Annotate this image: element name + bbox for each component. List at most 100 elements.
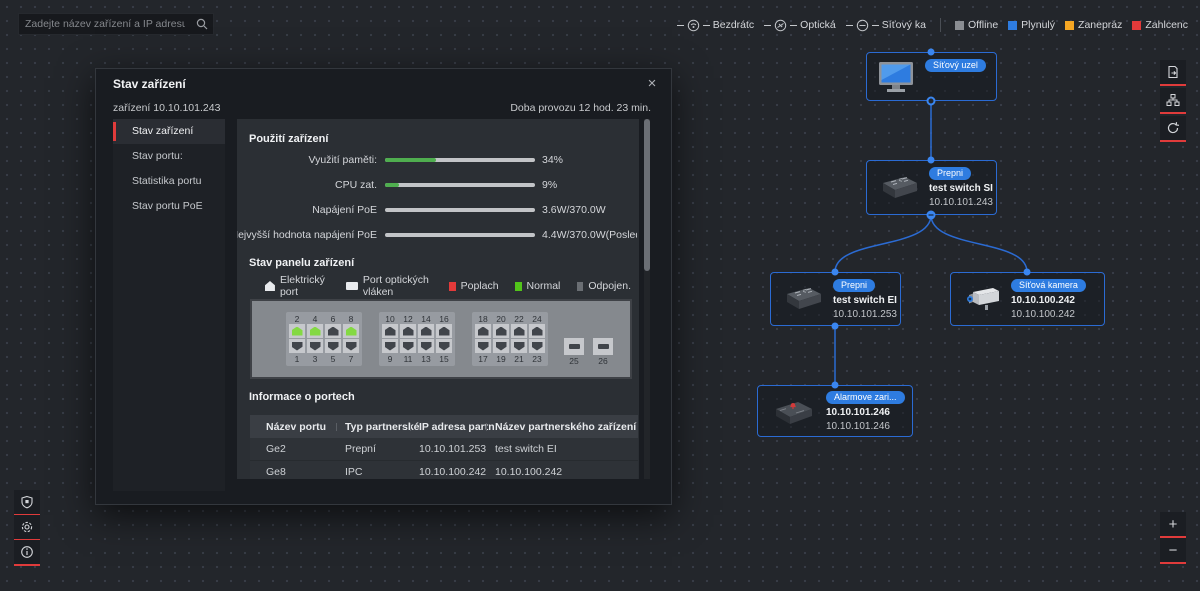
- table-row[interactable]: Ge2 Prepní 10.10.101.253 test switch EI: [250, 438, 638, 461]
- link-dot[interactable]: [926, 96, 936, 106]
- port-state-glyph: [291, 341, 303, 351]
- topology-canvas[interactable]: Bezdrátc Optická Síťový ka Offline Plynu…: [0, 0, 1200, 591]
- settings-button[interactable]: [14, 515, 40, 541]
- rj45-port-icon[interactable]: [289, 324, 305, 338]
- security-mode-button[interactable]: [14, 490, 40, 516]
- usage-heading: Použití zařízení: [249, 133, 329, 145]
- scrollbar-thumb[interactable]: [644, 119, 650, 271]
- dialog-content[interactable]: Použití zařízení Využití paměti: 34% CPU…: [237, 119, 639, 479]
- port-state-glyph: [513, 326, 525, 336]
- link-dot[interactable]: [1023, 268, 1031, 276]
- rj45-port-icon[interactable]: [529, 339, 545, 353]
- port-number: 16: [439, 314, 449, 324]
- sfp-slot-icon: [564, 338, 584, 355]
- rj45-port-icon[interactable]: [325, 339, 341, 353]
- rj45-port-icon[interactable]: [493, 324, 509, 338]
- node-type-badge: Prepni: [833, 278, 876, 292]
- rj45-port-icon[interactable]: [418, 339, 434, 353]
- port-number: 1: [294, 354, 300, 364]
- export-document-icon: [1168, 65, 1178, 79]
- device-port-panel[interactable]: 2 4 6 8 1 3 5 7 10 12 14 16 9 11 13 15 18 20 22 24 17 19 21 23 …: [250, 299, 632, 379]
- map-legend: Bezdrátc Optická Síťový ka Offline Plynu…: [676, 15, 1188, 35]
- export-report-button[interactable]: [1160, 60, 1186, 86]
- rj45-port-icon[interactable]: [418, 324, 434, 338]
- link-dot[interactable]: [831, 268, 839, 276]
- sfp-port[interactable]: 26: [593, 338, 613, 366]
- node-test-switch-si[interactable]: Prepni test switch SI 10.10.101.243: [866, 160, 997, 215]
- close-icon[interactable]: ×: [642, 73, 662, 93]
- wireless-link-icon: [687, 19, 699, 31]
- rj45-port-icon[interactable]: [529, 324, 545, 338]
- dash: [702, 24, 710, 26]
- link-dot[interactable]: [927, 156, 935, 164]
- port-group: 18 20 22 24 17 19 21 23: [472, 312, 548, 366]
- table-row[interactable]: Ge8 IPC 10.10.100.242 10.10.100.242: [250, 461, 638, 479]
- node-test-switch-ei[interactable]: Prepni test switch EI 10.10.101.253: [770, 272, 901, 326]
- menu-item-device-status[interactable]: Stav zařízení: [113, 119, 225, 144]
- dash: [790, 24, 798, 26]
- rj45-port-icon[interactable]: [475, 324, 491, 338]
- rj45-port-icon[interactable]: [307, 339, 323, 353]
- camera-icon: [959, 282, 1003, 316]
- col-partner-type: Typ partnerskéh...: [345, 420, 419, 433]
- cell-port-name: Ge2: [266, 443, 286, 455]
- zoom-in-button[interactable]: +: [1160, 512, 1186, 538]
- rj45-port-icon[interactable]: [493, 339, 509, 353]
- rj45-port-icon[interactable]: [400, 339, 416, 353]
- menu-item-poe-port-status[interactable]: Stav portu PoE: [113, 194, 225, 219]
- link-dot[interactable]: [831, 381, 839, 389]
- refresh-button[interactable]: [1160, 116, 1186, 142]
- sfp-ports: 25 26: [564, 338, 613, 366]
- rj45-port-icon[interactable]: [511, 324, 527, 338]
- rj45-port-icon[interactable]: [436, 339, 452, 353]
- node-network-camera[interactable]: Síťová kamera 10.10.100.242 10.10.100.24…: [950, 272, 1105, 326]
- bar-fill: [385, 158, 436, 162]
- link-dot[interactable]: [831, 322, 839, 330]
- port-number: 21: [514, 354, 524, 364]
- port-state-glyph: [438, 326, 450, 336]
- cell-partner-type: Prepní: [345, 443, 376, 455]
- rj45-port-icon[interactable]: [475, 339, 491, 353]
- port-number: 19: [496, 354, 506, 364]
- menu-item-port-status[interactable]: Stav portu:: [113, 144, 225, 169]
- port-number: 13: [421, 354, 431, 364]
- rj45-port-icon[interactable]: [325, 324, 341, 338]
- search-input[interactable]: [19, 18, 191, 30]
- zoom-out-button[interactable]: −: [1160, 538, 1186, 564]
- rj45-port-icon[interactable]: [382, 324, 398, 338]
- rj45-port-icon[interactable]: [382, 339, 398, 353]
- node-alarm-device[interactable]: Alarmove zari... 10.10.101.246 10.10.101…: [757, 385, 913, 437]
- legend-congested-label: Zahlcenc: [1145, 19, 1188, 31]
- port-number: 25: [569, 356, 579, 366]
- topology-view-button[interactable]: [1160, 88, 1186, 114]
- port-state-glyph: [345, 326, 357, 336]
- legend-wireless-label: Bezdrátc: [712, 19, 755, 31]
- uptime-label: Doba provozu 12 hod. 23 min.: [510, 102, 651, 114]
- node-network-root[interactable]: Síťový uzel: [866, 52, 997, 101]
- menu-item-port-statistics[interactable]: Statistika portu: [113, 169, 225, 194]
- rj45-port-icon[interactable]: [400, 324, 416, 338]
- usage-row-poe: Napájení PoE 3.6W/370.0W: [237, 202, 639, 218]
- sfp-port[interactable]: 25: [564, 338, 584, 366]
- node-type-badge: Prepni: [929, 167, 972, 180]
- rj45-port-icon[interactable]: [511, 339, 527, 353]
- dialog-scrollbar[interactable]: [644, 119, 650, 479]
- port-state-glyph: [291, 326, 303, 336]
- alarm-label: Poplach: [460, 280, 499, 292]
- rj45-port-icon[interactable]: [289, 339, 305, 353]
- rj45-port-icon[interactable]: [307, 324, 323, 338]
- usage-label: CPU zat.: [334, 179, 377, 191]
- zoom-in-label: +: [1168, 515, 1178, 533]
- rj45-port-icon[interactable]: [343, 339, 359, 353]
- collapse-dot[interactable]: [926, 210, 936, 220]
- cell-partner-name: test switch EI: [495, 443, 557, 455]
- link-dot[interactable]: [927, 48, 935, 56]
- port-number: 15: [439, 354, 449, 364]
- rj45-port-icon[interactable]: [436, 324, 452, 338]
- port-groups: 2 4 6 8 1 3 5 7 10 12 14 16 9 11 13 15 18 20 22 24 17 19 21 23: [286, 312, 548, 366]
- port-number: 12: [403, 314, 413, 324]
- device-label: zařízení 10.10.101.243: [113, 102, 221, 114]
- rj45-port-icon[interactable]: [343, 324, 359, 338]
- search-icon[interactable]: [191, 18, 213, 30]
- info-button[interactable]: [14, 540, 40, 566]
